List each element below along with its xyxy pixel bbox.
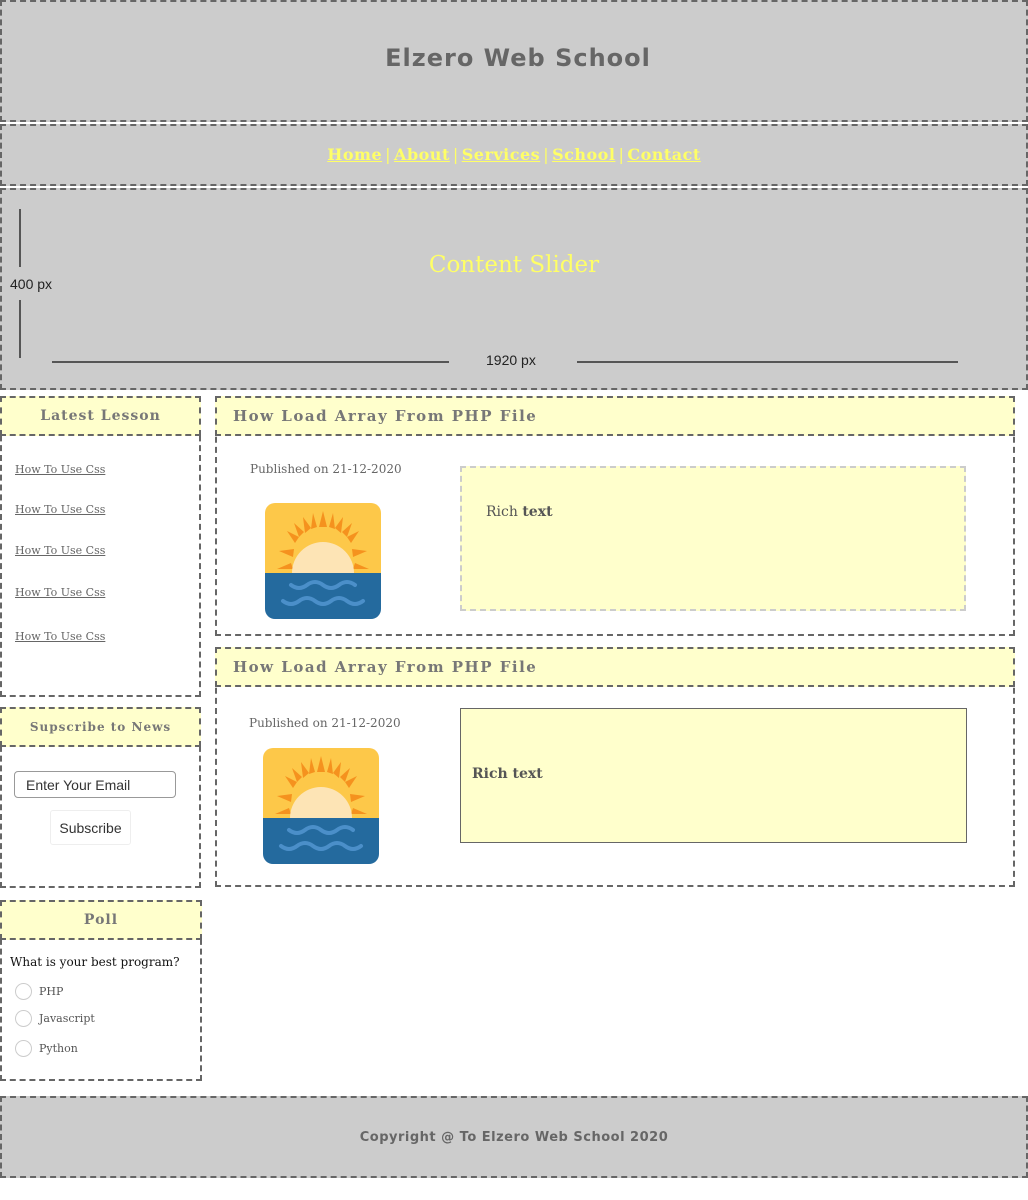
site-title: Elzero Web School <box>385 44 651 72</box>
width-dimension-line-right <box>577 361 958 363</box>
article-title: How Load Array From PHP File <box>215 647 1015 687</box>
poll-widget: Poll What is your best program? PHP Java… <box>0 900 202 1081</box>
subscribe-heading: Supscribe to News <box>0 707 201 747</box>
latest-lesson-widget: Latest Lesson How To Use Css How To Use … <box>0 396 201 697</box>
lesson-link[interactable]: How To Use Css <box>15 503 105 516</box>
radio-button[interactable] <box>15 1010 32 1027</box>
poll-heading: Poll <box>0 900 202 940</box>
copyright-text: Copyright @ To Elzero Web School 2020 <box>359 1130 669 1145</box>
sunset-image <box>265 503 381 619</box>
nav-separator: | <box>452 145 459 164</box>
nav-separator: | <box>618 145 625 164</box>
content-slider: Content Slider 400 px 1920 px <box>0 188 1028 390</box>
poll-option-label: PHP <box>39 985 64 998</box>
width-dimension-label: 1920 px <box>486 352 536 368</box>
rich-text-bold: text <box>522 504 553 520</box>
subscribe-widget: Supscribe to News Subscribe <box>0 707 201 888</box>
site-header: Elzero Web School <box>0 0 1028 122</box>
rich-text-bold: Rich text <box>472 766 543 782</box>
subscribe-button[interactable]: Subscribe <box>50 810 131 845</box>
sunset-image <box>263 748 379 864</box>
height-dimension-label: 400 px <box>10 276 53 292</box>
article-title: How Load Array From PHP File <box>215 396 1015 436</box>
poll-question: What is your best program? <box>10 955 180 969</box>
article-card: How Load Array From PHP File Published o… <box>215 396 1015 636</box>
publish-date: Published on 21-12-2020 <box>250 462 402 476</box>
lesson-link[interactable]: How To Use Css <box>15 544 105 557</box>
poll-option-label: Python <box>39 1042 78 1055</box>
article-card: How Load Array From PHP File Published o… <box>215 647 1015 887</box>
poll-option-label: Javascript <box>39 1012 95 1025</box>
lesson-link[interactable]: How To Use Css <box>15 463 105 476</box>
nav-link-about[interactable]: About <box>394 145 450 164</box>
width-dimension-line-left <box>52 361 449 363</box>
rich-text: Rich text <box>486 504 553 520</box>
nav-link-home[interactable]: Home <box>327 145 382 164</box>
site-footer: Copyright @ To Elzero Web School 2020 <box>0 1096 1028 1178</box>
main-nav: Home | About | Services | School | Contact <box>0 124 1028 186</box>
nav-links: Home | About | Services | School | Contact <box>2 145 1026 164</box>
rich-text-plain: Rich <box>486 504 518 520</box>
radio-button[interactable] <box>15 983 32 1000</box>
email-input[interactable] <box>14 771 176 798</box>
rich-text-box[interactable]: Rich text <box>460 708 967 843</box>
slider-title: Content Slider <box>428 252 600 278</box>
publish-date: Published on 21-12-2020 <box>249 716 401 730</box>
radio-button[interactable] <box>15 1040 32 1057</box>
nav-link-school[interactable]: School <box>552 145 615 164</box>
latest-lesson-heading: Latest Lesson <box>0 396 201 436</box>
lesson-link[interactable]: How To Use Css <box>15 630 105 643</box>
nav-separator: | <box>385 145 392 164</box>
rich-text-box[interactable]: Rich text <box>460 466 966 611</box>
lesson-link[interactable]: How To Use Css <box>15 586 105 599</box>
nav-link-services[interactable]: Services <box>462 145 540 164</box>
height-dimension-line-top <box>19 209 21 267</box>
nav-link-contact[interactable]: Contact <box>627 145 700 164</box>
nav-separator: | <box>543 145 550 164</box>
height-dimension-line-bottom <box>19 300 21 358</box>
